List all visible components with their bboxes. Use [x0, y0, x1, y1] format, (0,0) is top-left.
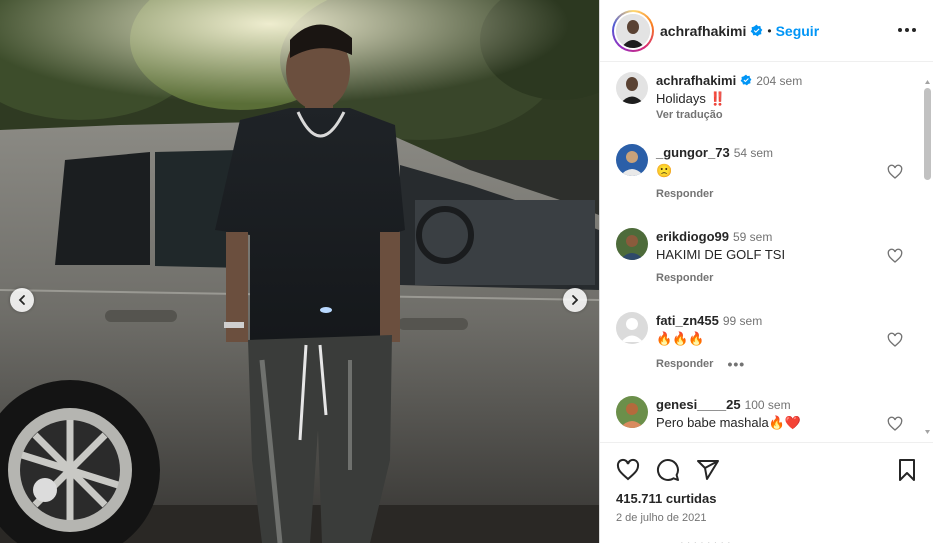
- heart-icon: [887, 164, 903, 179]
- save-button[interactable]: [895, 458, 919, 482]
- post-date[interactable]: 2 de julho de 2021: [616, 512, 707, 524]
- comment-time: 59 sem: [732, 230, 773, 244]
- comment-text: 🔥🔥🔥: [656, 331, 705, 346]
- likes-count[interactable]: 415.711 curtidas: [616, 491, 716, 506]
- author-username[interactable]: achrafhakimi: [660, 23, 746, 39]
- comment-icon: [657, 459, 679, 481]
- comment-avatar[interactable]: [616, 396, 648, 428]
- more-options-icon[interactable]: [898, 28, 916, 32]
- comment-like-button[interactable]: [887, 332, 903, 348]
- heart-icon: [887, 248, 903, 263]
- comment-time: 99 sem: [722, 314, 763, 328]
- reply-button[interactable]: Responder: [656, 358, 713, 370]
- comment-like-button[interactable]: [887, 416, 903, 432]
- caption-author-avatar[interactable]: [616, 72, 648, 104]
- reply-button[interactable]: Responder: [656, 188, 713, 200]
- comment-username[interactable]: genesi____25: [656, 397, 741, 412]
- heart-icon: [887, 416, 903, 431]
- author-avatar[interactable]: [616, 13, 650, 48]
- comments-list[interactable]: achrafhakimi 204 sem Holidays ‼️ Ver trad…: [600, 62, 933, 442]
- follow-button[interactable]: Seguir: [776, 23, 820, 39]
- share-icon: [697, 460, 719, 480]
- chevron-left-icon: [18, 295, 25, 305]
- comment-avatar[interactable]: [616, 228, 648, 260]
- heart-icon: [887, 332, 903, 347]
- caption-username[interactable]: achrafhakimi: [656, 73, 736, 88]
- comment-username[interactable]: fati_zn455: [656, 313, 719, 328]
- comments-scrollbar[interactable]: [924, 78, 931, 436]
- scroll-down-arrow-icon[interactable]: [924, 428, 931, 436]
- post-panel: achrafhakimi • Seguir achrafhakimi 204 se…: [599, 0, 933, 543]
- add-comment-area[interactable]: · · · · · · · ·: [680, 537, 731, 543]
- comment-like-button[interactable]: [887, 248, 903, 264]
- comment-options-button[interactable]: •••: [727, 356, 745, 372]
- comment-text: Pero babe mashala🔥❤️: [656, 415, 802, 430]
- author-avatar-story-ring[interactable]: [612, 9, 654, 52]
- comment-time: 54 sem: [733, 146, 774, 160]
- comment-text: 🙁: [656, 163, 673, 178]
- comment-button[interactable]: [656, 458, 680, 482]
- separator-dot: •: [767, 23, 772, 38]
- comment-avatar[interactable]: [616, 312, 648, 344]
- bookmark-icon: [899, 459, 915, 481]
- reply-button[interactable]: Responder: [656, 272, 713, 284]
- scrollbar-thumb[interactable]: [924, 88, 931, 180]
- caption-time: 204 sem: [756, 74, 803, 88]
- comment-time: 100 sem: [744, 398, 791, 412]
- comment-like-button[interactable]: [887, 164, 903, 180]
- chevron-right-icon: [572, 295, 579, 305]
- verified-badge-icon: [751, 24, 763, 37]
- photo-scene: [0, 0, 599, 543]
- scroll-up-arrow-icon[interactable]: [924, 78, 931, 86]
- share-button[interactable]: [696, 458, 720, 482]
- comment-username[interactable]: _gungor_73: [656, 145, 730, 160]
- next-photo-button[interactable]: [563, 288, 587, 312]
- post-actions: 415.711 curtidas 2 de julho de 2021 · · …: [600, 442, 933, 543]
- caption-text: Holidays ‼️: [656, 91, 726, 106]
- previous-photo-button[interactable]: [10, 288, 34, 312]
- translate-link[interactable]: Ver tradução: [656, 109, 896, 121]
- post-header: achrafhakimi • Seguir: [600, 0, 933, 62]
- post-photo: [0, 0, 599, 543]
- heart-icon: [616, 458, 640, 481]
- comment-avatar[interactable]: [616, 144, 648, 176]
- comment-username[interactable]: erikdiogo99: [656, 229, 729, 244]
- comment-text: HAKIMI DE GOLF TSI: [656, 247, 786, 262]
- like-button[interactable]: [616, 458, 640, 482]
- verified-badge-icon: [740, 74, 752, 86]
